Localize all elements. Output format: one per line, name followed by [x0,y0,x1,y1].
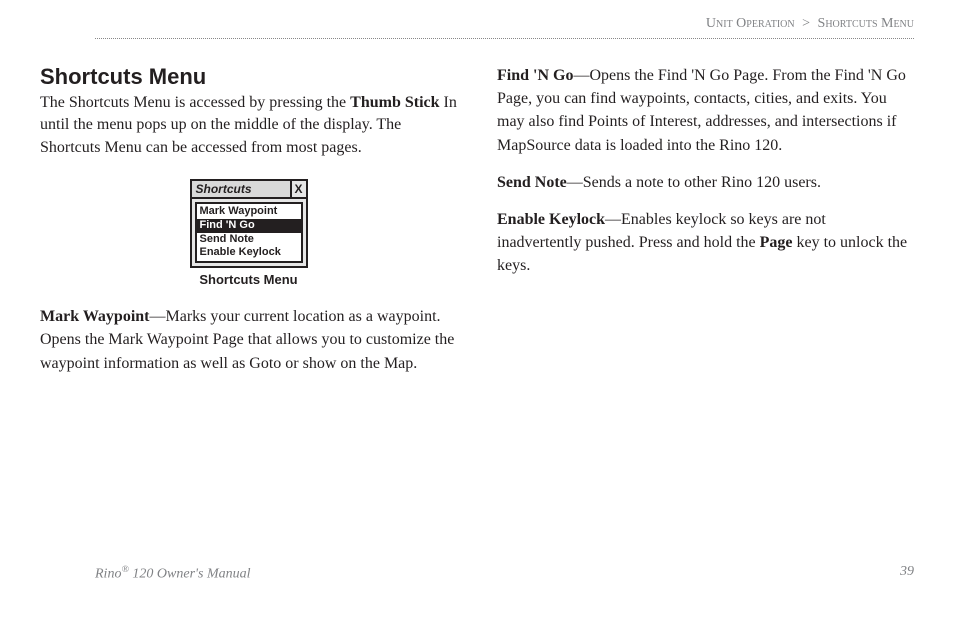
menu-item-enable-keylock: Enable Keylock [197,246,301,260]
intro-paragraph: The Shortcuts Menu is accessed by pressi… [40,92,457,159]
breadcrumb-page: Shortcuts Menu [818,16,914,31]
page-title: Shortcuts Menu [40,64,457,90]
page-number: 39 [900,564,914,583]
footer-product: Rino® 120 Owner's Manual [95,564,251,583]
breadcrumb-sep: > [802,16,810,31]
shortcuts-menu-box: Shortcuts X Mark Waypoint Find 'N Go Sen… [190,179,308,268]
right-column: Find 'N Go—Opens the Find 'N Go Page. Fr… [497,64,914,389]
menu-item-send-note: Send Note [197,233,301,247]
menu-titlebar: Shortcuts X [192,181,306,199]
breadcrumb-section: Unit Operation [706,16,795,31]
figure-caption: Shortcuts Menu [40,272,457,287]
footer: Rino® 120 Owner's Manual 39 [95,564,914,583]
def-send-note: Send Note—Sends a note to other Rino 120… [497,171,914,194]
def-enable-keylock: Enable Keylock—Enables keylock so keys a… [497,208,914,278]
close-icon: X [290,181,306,197]
menu-item-find-n-go: Find 'N Go [197,219,301,233]
def-mark-waypoint: Mark Waypoint—Marks your current locatio… [40,305,457,375]
header-divider [95,38,914,39]
menu-title: Shortcuts [192,181,290,197]
left-column: Shortcuts Menu The Shortcuts Menu is acc… [40,64,457,389]
menu-items: Mark Waypoint Find 'N Go Send Note Enabl… [195,202,303,263]
menu-item-mark-waypoint: Mark Waypoint [197,205,301,219]
def-find-n-go: Find 'N Go—Opens the Find 'N Go Page. Fr… [497,64,914,157]
breadcrumb: Unit Operation > Shortcuts Menu [706,16,914,32]
shortcuts-figure: Shortcuts X Mark Waypoint Find 'N Go Sen… [40,179,457,287]
